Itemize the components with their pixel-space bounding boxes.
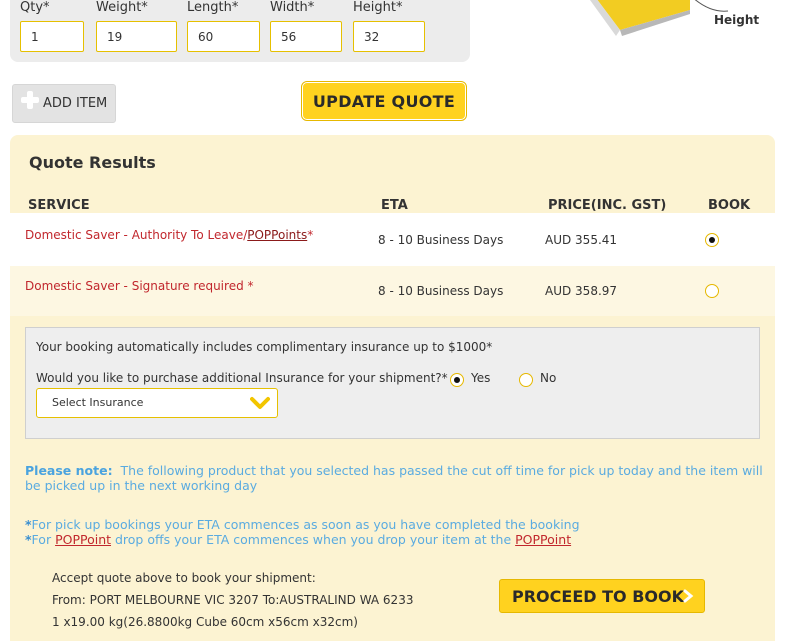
insurance-yes-label: Yes [471,371,491,385]
proceed-label: PROCEED TO BOOK [512,586,684,606]
quote-results-title: Quote Results [29,153,156,172]
insurance-no-label: No [540,371,557,385]
length-input[interactable] [187,21,260,52]
chevron-down-icon[interactable] [250,396,270,410]
plus-icon [21,91,39,109]
height-input[interactable] [353,21,425,52]
eta-value: 8 - 10 Business Days [378,233,504,247]
poppoint-link[interactable]: POPPoint [55,532,111,547]
insurance-select[interactable]: Select Insurance [36,388,278,418]
width-input[interactable] [270,21,342,52]
qty-input[interactable] [20,21,84,52]
service-name-text: Domestic Saver - Authority To Leave/ [25,228,248,242]
footnote-dropoff-middle: drop offs your ETA commences when you dr… [111,532,516,547]
service-name-text: Domestic Saver - Signature required * [25,279,254,293]
width-label: Width* [270,0,315,15]
col-price: PRICE(INC. GST) [548,198,667,213]
qty-label: Qty* [20,0,50,15]
height-field-label: Height* [353,0,403,15]
add-item-button[interactable]: ADD ITEM [12,84,116,123]
route-text: From: PORT MELBOURNE VIC 3207 To:AUSTRAL… [52,593,414,607]
cutoff-notice: Please note: The following product that … [25,463,765,493]
parcel-box-icon [590,0,690,36]
weight-input[interactable] [96,21,177,52]
footnote-pickup: *For pick up bookings your ETA commences… [25,517,580,532]
price-value: AUD 355.41 [545,233,618,247]
poppoints-link[interactable]: POPPoints [247,228,307,242]
insurance-select-value: Select Insurance [52,396,144,409]
length-label: Length* [187,0,239,15]
add-item-label: ADD ITEM [43,96,108,111]
service-name: Domestic Saver - Authority To Leave/POPP… [25,228,313,242]
book-radio[interactable] [705,233,719,247]
col-book: BOOK [708,198,751,213]
chevron-right-icon [683,589,694,603]
price-value: AUD 358.97 [545,284,618,298]
footnote-dropoff: *For POPPoint drop offs your ETA commenc… [25,532,571,547]
update-quote-button[interactable]: UPDATE QUOTE [301,81,467,121]
notice-text: The following product that you selected … [25,463,763,493]
service-name: Domestic Saver - Signature required * [25,279,254,293]
item-summary-text: 1 x19.00 kg(26.8800kg Cube 60cm x56cm x3… [52,615,358,629]
diagram-height-label: Height [714,13,760,27]
footnote-dropoff-prefix: For [31,532,56,547]
service-name-suffix: * [307,228,314,242]
insurance-question: Would you like to purchase additional In… [36,371,448,385]
eta-value: 8 - 10 Business Days [378,284,504,298]
insurance-no-radio[interactable] [519,373,533,387]
insurance-included-text: Your booking automatically includes comp… [36,340,493,354]
proceed-to-book-button[interactable]: PROCEED TO BOOK [499,579,705,613]
col-service: SERVICE [28,198,90,213]
poppoint-link[interactable]: POPPoint [515,532,571,547]
notice-label: Please note: [25,463,113,478]
col-eta: ETA [381,198,408,213]
insurance-yes-radio[interactable] [450,373,464,387]
book-radio[interactable] [705,284,719,298]
footnote-pickup-text: For pick up bookings your ETA commences … [31,517,580,532]
weight-label: Weight* [96,0,148,15]
accept-quote-text: Accept quote above to book your shipment… [52,571,316,585]
